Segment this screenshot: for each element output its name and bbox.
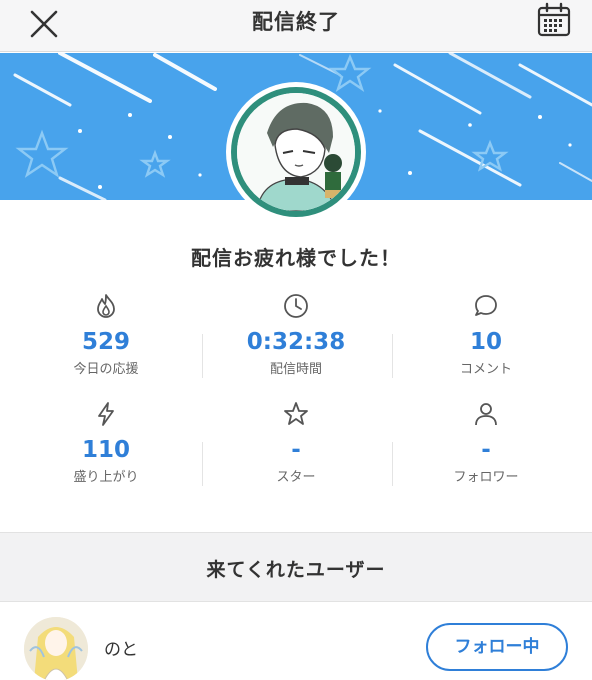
stat-followers-label: フォロワー — [453, 470, 519, 485]
avatar-ring — [231, 87, 361, 217]
stat-stars-label: スター — [276, 470, 316, 485]
calendar-icon[interactable] — [536, 2, 572, 38]
stat-duration-label: 配信時間 — [269, 362, 322, 377]
header-bar: 配信終了 — [0, 0, 592, 52]
visitors-title: 来てくれたユーザー — [206, 559, 386, 581]
clock-icon — [284, 294, 308, 318]
stat-support: 529 今日の応援 — [11, 292, 201, 377]
star-icon — [284, 402, 308, 425]
stat-excitement-label: 盛り上がり — [73, 470, 139, 485]
stat-stars: - スター — [201, 400, 391, 485]
user-name[interactable]: のと — [104, 635, 138, 660]
stat-stars-value: - — [291, 437, 301, 463]
stat-followers: - フォロワー — [391, 400, 581, 485]
stat-comments: 10 コメント — [391, 292, 581, 377]
user-avatar-illustration — [24, 617, 88, 680]
stat-duration: 0:32:38 配信時間 — [201, 292, 391, 377]
stat-comments-label: コメント — [459, 362, 512, 377]
avatar-illustration — [237, 93, 355, 211]
stat-followers-value: - — [481, 437, 491, 463]
visitors-section-header: 来てくれたユーザー — [0, 532, 592, 602]
stat-support-value: 529 — [81, 329, 130, 355]
comment-icon — [475, 295, 497, 316]
stat-excitement: 110 盛り上がり — [11, 400, 201, 485]
stream-end-message: 配信お疲れ様でした！ — [191, 246, 401, 270]
stat-comments-value: 10 — [469, 329, 502, 355]
streamer-avatar — [226, 82, 366, 222]
stat-excitement-value: 110 — [81, 437, 130, 463]
following-button[interactable]: フォロー中 — [426, 623, 568, 671]
avatar-image — [237, 93, 355, 211]
stat-divider — [202, 334, 203, 378]
avatar[interactable] — [24, 617, 88, 680]
person-icon — [475, 403, 497, 426]
stat-divider — [392, 442, 393, 486]
lightning-icon — [98, 402, 114, 426]
list-item[interactable]: のと フォロー中 — [0, 603, 592, 680]
stat-support-label: 今日の応援 — [73, 362, 139, 377]
stat-duration-value: 0:32:38 — [246, 329, 346, 355]
flame-icon — [97, 294, 115, 318]
stat-divider — [392, 334, 393, 378]
stat-divider — [202, 442, 203, 486]
page-title: 配信終了 — [252, 10, 340, 34]
